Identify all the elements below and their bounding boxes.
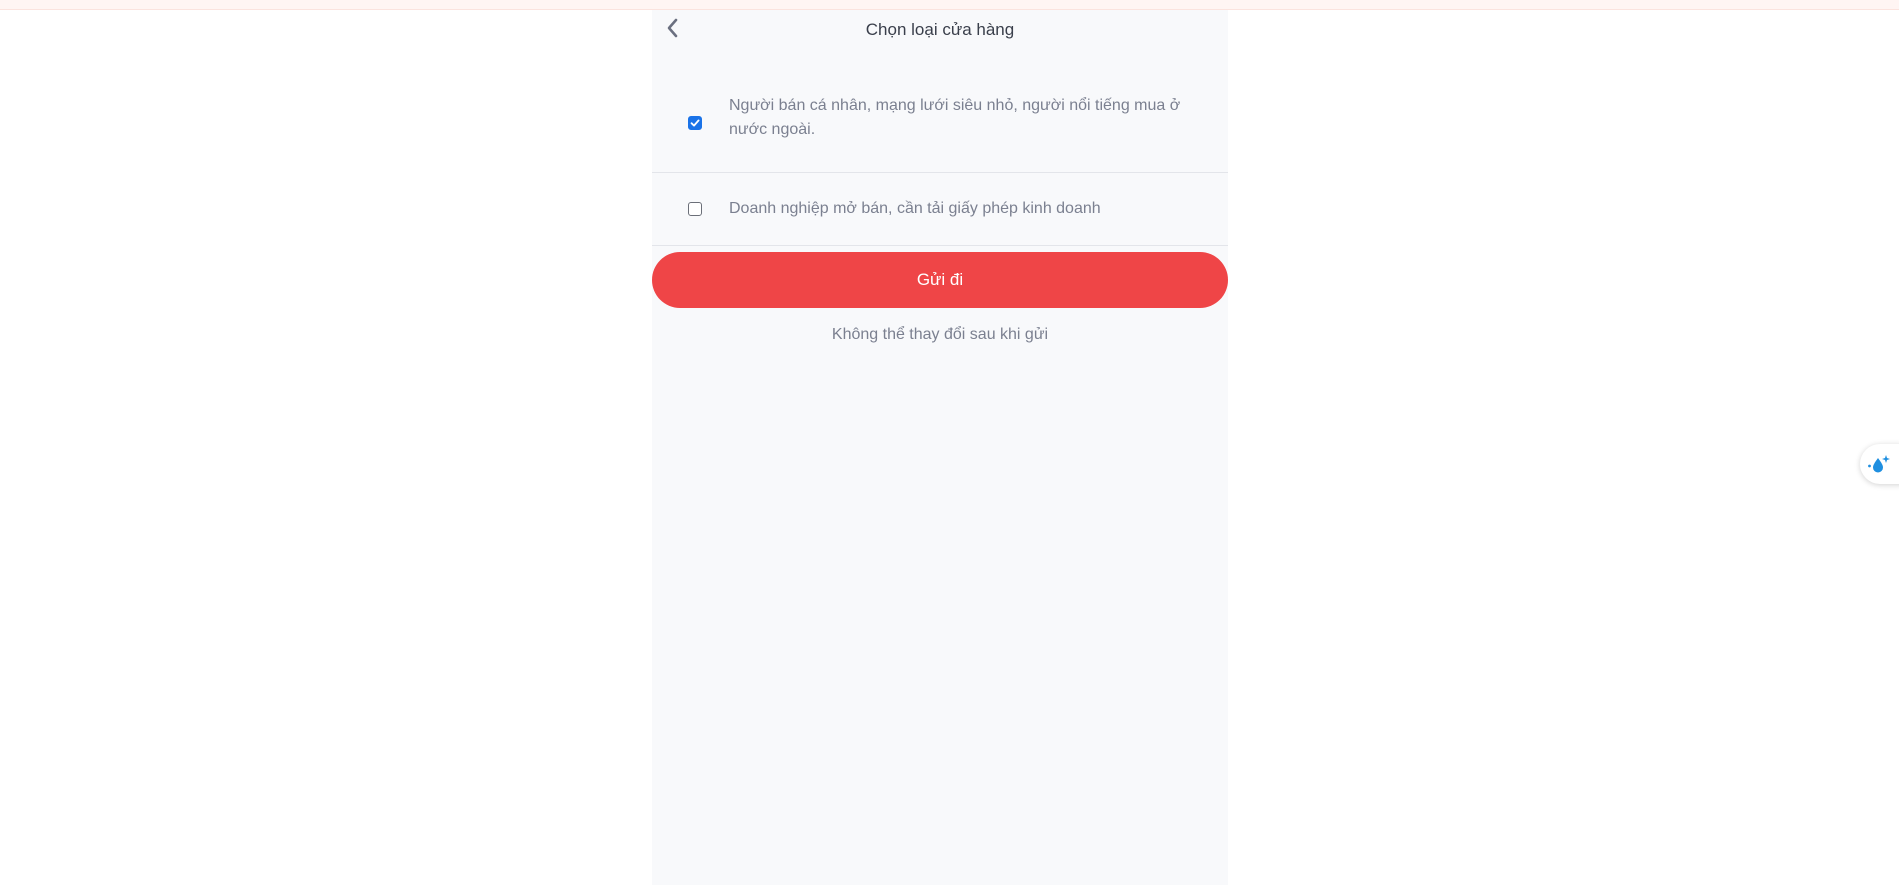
submit-note: Không thể thay đổi sau khi gửi: [831, 326, 1049, 343]
top-strip: [0, 0, 1899, 10]
store-type-panel: Chọn loại cửa hàng Người bán cá nhân, mạ…: [652, 10, 1228, 885]
option-individual-seller[interactable]: Người bán cá nhân, mạng lưới siêu nhỏ, n…: [652, 52, 1228, 173]
option-label: Người bán cá nhân, mạng lưới siêu nhỏ, n…: [729, 97, 1181, 138]
business-checkbox[interactable]: [688, 202, 702, 216]
option-business[interactable]: Doanh nghiệp mở bán, cần tải giấy phép k…: [652, 173, 1228, 246]
page-title: Chọn loại cửa hàng: [865, 20, 1015, 39]
option-label: Doanh nghiệp mở bán, cần tải giấy phép k…: [729, 200, 1101, 217]
sparkle-drop-icon: [1868, 455, 1890, 473]
submit-button[interactable]: Gửi đi: [652, 252, 1228, 308]
header: Chọn loại cửa hàng: [652, 10, 1228, 52]
assistant-widget[interactable]: [1860, 444, 1899, 484]
checkmark-icon: [690, 119, 700, 127]
individual-seller-checkbox[interactable]: [688, 116, 702, 130]
